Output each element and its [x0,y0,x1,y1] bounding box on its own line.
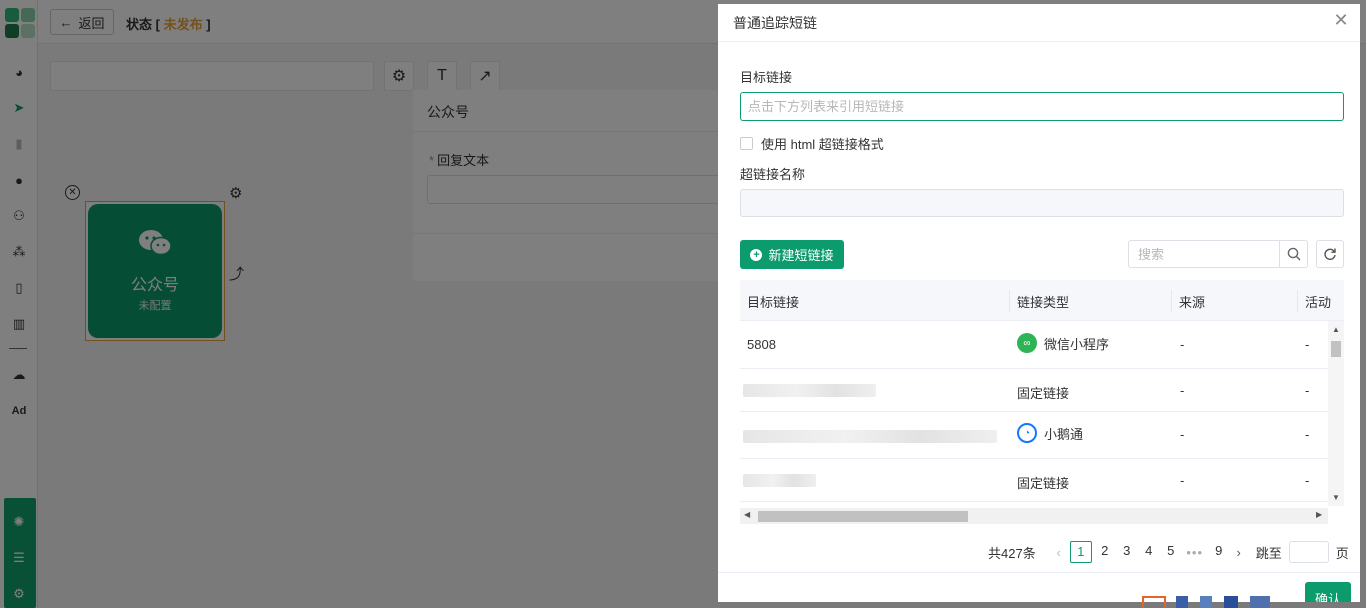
drawer-header: 普通追踪短链 ✕ [718,4,1360,42]
prev-page-icon[interactable]: ‹ [1050,545,1068,560]
redacted-link [743,474,816,487]
target-link-label: 目标链接 [740,70,793,85]
short-link-drawer: 普通追踪短链 ✕ 目标链接 使用 html 超链接格式 超链接名称 + 新建短链… [718,4,1360,602]
search-input[interactable] [1129,241,1279,267]
column-header[interactable]: 目标链接 [747,292,799,311]
column-header[interactable]: 活动 [1305,292,1331,311]
redacted-link [743,430,997,443]
next-page-icon[interactable]: › [1230,545,1248,560]
page-1[interactable]: 1 [1069,541,1092,563]
refresh-icon[interactable] [1316,240,1344,268]
redacted-link [743,384,876,397]
total-count: 共427条 [988,545,1036,561]
scroll-left-icon[interactable]: ◀ [744,510,750,519]
page-5[interactable]: 5 [1160,541,1182,563]
table-header: 目标链接 链接类型 来源 活动 [740,280,1344,321]
search-box [1128,240,1308,268]
table-row[interactable]: 固定链接 - - [740,459,1328,502]
wechat-miniprogram-icon: ∞ [1017,333,1037,353]
app-icon [1250,596,1270,608]
page-last[interactable]: 9 [1208,541,1230,563]
scroll-thumb[interactable] [758,511,968,522]
new-short-link-button[interactable]: + 新建短链接 [740,240,844,269]
scroll-thumb[interactable] [1331,341,1341,357]
search-icon[interactable] [1279,241,1307,267]
table-row[interactable]: 5808 ∞ 微信小程序 - - [740,321,1328,369]
column-header[interactable]: 来源 [1179,292,1205,311]
jump-label: 跳至 [1255,545,1282,561]
link-name-input [740,189,1344,217]
horizontal-scrollbar[interactable]: ◀ ▶ [740,508,1328,524]
app-icon [1142,596,1166,608]
short-link-table: 目标链接 链接类型 来源 活动 5808 ∞ 微信小程序 - - 固定链接 - … [740,280,1344,506]
table-row[interactable]: 固定链接 - - [740,369,1328,412]
pagination: 共427条 ‹ 1 2 3 4 5 ••• 9 › 跳至 页 [988,541,1349,563]
page-2[interactable]: 2 [1094,541,1116,563]
link-name-label: 超链接名称 [740,167,806,182]
html-format-option[interactable]: 使用 html 超链接格式 [740,134,884,153]
page-3[interactable]: 3 [1116,541,1138,563]
column-header[interactable]: 链接类型 [1017,292,1069,311]
taskbar-strip [1140,592,1366,608]
xiaoe-icon: ◔ [1017,423,1037,443]
app-icon [1200,596,1212,608]
scroll-right-icon[interactable]: ▶ [1316,510,1322,519]
scroll-down-icon[interactable]: ▼ [1332,493,1340,502]
drawer-title: 普通追踪短链 [733,15,817,31]
app-icon [1224,596,1238,608]
more-pages-icon[interactable]: ••• [1182,545,1208,560]
vertical-scrollbar[interactable]: ▲ ▼ [1328,321,1344,506]
table-row[interactable]: ◔ 小鹅通 - - [740,412,1328,459]
scroll-up-icon[interactable]: ▲ [1332,325,1340,334]
app-icon [1176,596,1188,608]
close-icon[interactable]: ✕ [1332,11,1350,29]
target-link-input[interactable] [740,92,1344,121]
footer-divider [718,572,1360,573]
page-unit: 页 [1335,545,1349,561]
jump-page-input[interactable] [1288,541,1329,563]
plus-circle-icon: + [750,248,763,261]
page-4[interactable]: 4 [1138,541,1160,563]
html-format-checkbox[interactable] [740,137,753,150]
